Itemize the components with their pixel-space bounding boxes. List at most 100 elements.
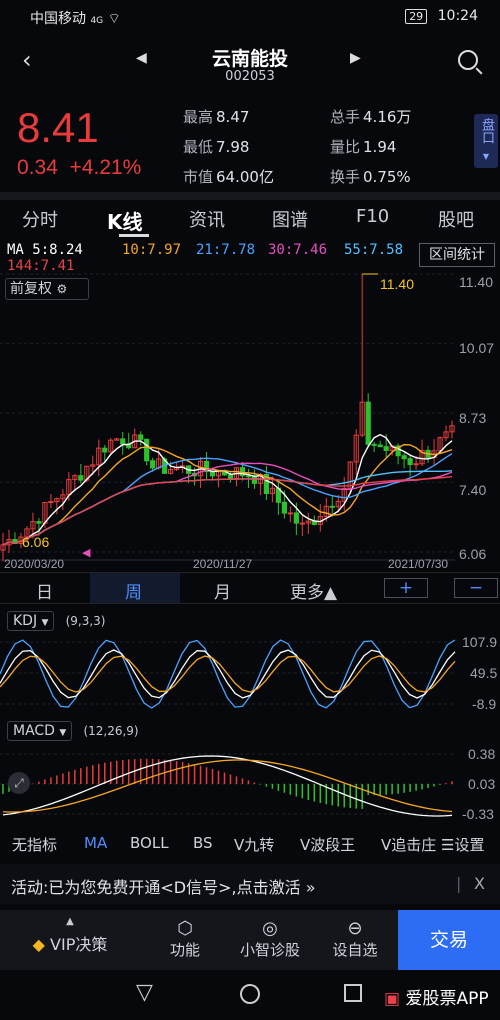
status-bar: 中国移动 4G ⌔ 29 10:24: [0, 0, 500, 32]
stat-volume-ratio: 量比 1.94: [330, 138, 397, 156]
stat-turnover: 换手 0.75%: [330, 168, 411, 186]
add-watchlist-button[interactable]: ⊖ 设自选: [320, 910, 390, 970]
candle-body: [407, 458, 413, 466]
adjust-button[interactable]: 前复权 ⚙: [5, 278, 89, 300]
pankou-button[interactable]: 盘口 ▼: [474, 114, 498, 168]
range-stats-button[interactable]: 区间统计: [419, 243, 495, 267]
x-tick: 2020/11/27: [193, 557, 253, 571]
promo-divider: |: [456, 874, 462, 893]
minus-circle-icon: ⊖: [347, 918, 363, 939]
candle-body: [377, 444, 383, 448]
tab-timeshare[interactable]: 分时: [22, 206, 58, 232]
kdj-d-line: [0, 655, 456, 693]
function-button[interactable]: ⬡ 功能: [150, 910, 220, 970]
settings-icon: ☰: [441, 836, 455, 854]
main-tabs: 分时 K线 资讯 图谱 F10 股吧: [0, 200, 500, 238]
macd-dif-line: [2, 755, 453, 817]
vip-diamond-icon: ◆: [32, 935, 45, 954]
search-icon[interactable]: [458, 50, 478, 70]
zoom-in-button[interactable]: +: [384, 578, 428, 598]
next-stock-icon[interactable]: ▶: [350, 50, 361, 66]
nav-back-icon[interactable]: ▽: [136, 980, 153, 1005]
indicator-v9[interactable]: V九转: [234, 834, 274, 855]
y-tick: 8.73: [459, 410, 487, 426]
tab-news[interactable]: 资讯: [189, 206, 225, 232]
ma10-label: 10:7.97: [122, 242, 182, 258]
ma5-label: MA 5:8.24: [7, 242, 83, 258]
indicator-ma[interactable]: MA: [84, 834, 107, 852]
ma-line: [2, 433, 453, 546]
tab-forum[interactable]: 股吧: [438, 206, 474, 232]
expand-icon[interactable]: ⤢: [8, 772, 30, 794]
expand-up-icon: ▲: [66, 916, 74, 927]
nav-home-icon[interactable]: [240, 984, 260, 1004]
watermark-logo: ▣ 爱股票APP: [384, 989, 489, 1009]
period-month[interactable]: 月: [214, 578, 231, 603]
tab-graph[interactable]: 图谱: [272, 206, 308, 232]
trade-button[interactable]: 交易: [398, 910, 500, 970]
kdj-tick: -8.9: [472, 696, 497, 712]
promo-close-icon[interactable]: X: [474, 874, 485, 893]
candle-body: [251, 475, 258, 484]
clock-label: 10:24: [437, 8, 478, 24]
buy-signal-marker-icon: ◀: [82, 546, 91, 559]
macd-tick: 0.03: [468, 776, 496, 792]
ma-line: [2, 462, 453, 546]
candle-body: [371, 443, 377, 446]
candle-body: [150, 460, 156, 469]
kdj-chart[interactable]: [0, 604, 500, 714]
indicator-vchase[interactable]: V追击庄: [381, 834, 437, 855]
period-bar: 日 周 月 更多▲ + −: [0, 572, 500, 604]
divider: [0, 192, 500, 200]
settings-button[interactable]: ☰设置: [441, 834, 484, 855]
candle-body: [281, 501, 287, 514]
candle-body: [293, 512, 299, 524]
change-value: 0.34: [17, 156, 58, 179]
last-price: 8.41: [17, 104, 99, 151]
y-tick: 10.07: [459, 340, 495, 356]
vip-button[interactable]: ▲ ◆ VIP决策: [0, 910, 140, 970]
tab-kline[interactable]: K线: [107, 206, 143, 235]
candle-body: [144, 438, 150, 462]
battery-icon: 29: [405, 9, 428, 24]
period-more[interactable]: 更多▲: [290, 578, 337, 603]
kdj-tick: 49.5: [470, 665, 498, 681]
ma-line: [2, 452, 453, 546]
stat-high: 最高 8.47: [183, 108, 250, 126]
nav-recent-icon[interactable]: [344, 984, 362, 1002]
period-week[interactable]: 周: [125, 578, 142, 603]
ma21-label: 21:7.78: [196, 242, 256, 258]
kline-chart[interactable]: [0, 270, 500, 572]
stock-header: ‹ ◀ 云南能投 002053 ▶: [0, 32, 500, 92]
x-tick: 2021/07/30: [388, 557, 449, 571]
candle-body: [120, 438, 126, 445]
indicator-vband[interactable]: V波段王: [300, 834, 355, 855]
stat-market-cap: 市值 64.00亿: [183, 168, 274, 186]
diagnose-button[interactable]: ◎ 小智诊股: [230, 910, 310, 970]
candle-body: [383, 446, 389, 451]
candle-body: [48, 501, 54, 504]
promo-banner[interactable]: 活动:已为您免费开通<D信号>,点击激活 » | X: [0, 864, 500, 904]
pulse-icon: ◎: [262, 918, 278, 939]
wifi-icon: ⌔: [107, 11, 121, 27]
zoom-out-button[interactable]: −: [454, 578, 498, 598]
period-day[interactable]: 日: [36, 578, 53, 603]
indicator-none[interactable]: 无指标: [12, 834, 57, 855]
stat-volume: 总手 4.16万: [330, 108, 412, 126]
cube-icon: ⬡: [177, 918, 193, 939]
indicator-bs[interactable]: BS: [193, 834, 213, 852]
macd-chart[interactable]: [0, 714, 500, 826]
stock-name: 云南能投: [211, 48, 288, 70]
ma55-label: 55:7.58: [344, 242, 404, 258]
high-marker-label: 11.40: [380, 276, 414, 292]
macd-tick: -0.33: [462, 806, 494, 822]
carrier-label: 中国移动: [30, 11, 86, 27]
indicator-boll[interactable]: BOLL: [130, 834, 169, 852]
network-label: 4G: [90, 16, 104, 26]
x-tick: 2020/03/20: [4, 557, 65, 571]
tab-f10[interactable]: F10: [356, 206, 389, 227]
indicator-bar: 无指标 MA BOLL BS V九转 V波段王 V追击庄 ☰设置: [0, 828, 500, 858]
price-change: 0.34 +4.21%: [17, 156, 141, 180]
promo-text: 活动:已为您免费开通<D信号>,点击激活 »: [11, 878, 316, 897]
system-nav-bar: ▽ ▣ 爱股票APP: [0, 970, 500, 1020]
